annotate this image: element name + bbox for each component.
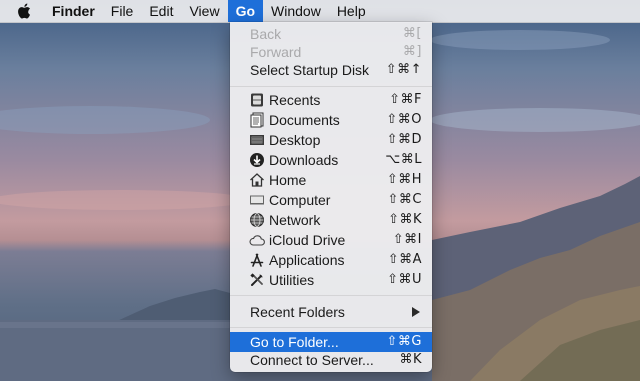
menu-item-shortcut: ⇧⌘F bbox=[389, 92, 422, 107]
menu-item-computer[interactable]: Computer ⇧⌘C bbox=[230, 190, 432, 210]
menu-item-home[interactable]: Home ⇧⌘H bbox=[230, 170, 432, 190]
go-menu-dropdown: Back ⌘[ Forward ⌘] Select Startup Disk ⇧… bbox=[230, 22, 432, 372]
menu-item-recents[interactable]: Recents ⇧⌘F bbox=[230, 90, 432, 110]
menu-item-shortcut: ⇧⌘A bbox=[387, 252, 422, 267]
menu-item-label: Select Startup Disk bbox=[250, 62, 370, 78]
menu-item-downloads[interactable]: Downloads ⌥⌘L bbox=[230, 150, 432, 170]
menu-item-label: iCloud Drive bbox=[269, 232, 346, 248]
home-icon bbox=[250, 173, 264, 187]
menu-item-shortcut: ⇧⌘H bbox=[386, 172, 422, 187]
menu-item-shortcut: ⌘[ bbox=[402, 26, 422, 41]
menu-window[interactable]: Window bbox=[263, 0, 329, 22]
menu-item-shortcut: ⇧⌘K bbox=[388, 212, 422, 227]
menu-item-label: Applications bbox=[269, 252, 345, 268]
menu-bar: Finder File Edit View Go Window Help bbox=[0, 0, 640, 23]
menu-item-label: Connect to Server... bbox=[250, 352, 374, 368]
menu-item-label: Recent Folders bbox=[250, 304, 345, 320]
menu-item-shortcut: ⇧⌘C bbox=[387, 192, 422, 207]
menu-item-shortcut: ⌘] bbox=[402, 44, 422, 59]
menu-item-recent-folders[interactable]: Recent Folders bbox=[230, 302, 432, 322]
menu-go[interactable]: Go bbox=[227, 0, 264, 22]
menu-item-shortcut: ⇧⌘U bbox=[387, 272, 422, 287]
applications-icon bbox=[250, 253, 264, 267]
menu-item-label: Computer bbox=[269, 192, 331, 208]
menu-item-utilities[interactable]: Utilities ⇧⌘U bbox=[230, 270, 432, 290]
menu-item-label: Documents bbox=[269, 112, 340, 128]
menu-item-label: Recents bbox=[269, 92, 321, 108]
menu-item-label: Back bbox=[250, 26, 282, 42]
menu-item-shortcut: ⌘K bbox=[399, 352, 422, 367]
menu-item-back[interactable]: Back ⌘[ bbox=[230, 24, 432, 44]
desktop-icon bbox=[250, 135, 264, 145]
icloud-icon bbox=[249, 235, 265, 246]
menu-item-select-startup-disk[interactable]: Select Startup Disk ⇧⌘↑ bbox=[230, 60, 432, 80]
utilities-icon bbox=[250, 273, 263, 286]
downloads-icon bbox=[250, 153, 264, 167]
menu-item-label: Network bbox=[269, 212, 321, 228]
menu-file[interactable]: File bbox=[103, 0, 142, 22]
documents-icon bbox=[250, 112, 264, 128]
menu-separator bbox=[230, 295, 432, 296]
menu-item-shortcut: ⇧⌘↑ bbox=[385, 62, 422, 77]
menu-item-go-to-folder[interactable]: Go to Folder... ⇧⌘G bbox=[230, 332, 432, 352]
menu-finder[interactable]: Finder bbox=[44, 0, 103, 22]
menu-item-forward[interactable]: Forward ⌘] bbox=[230, 42, 432, 62]
menu-item-shortcut: ⇧⌘D bbox=[386, 132, 422, 147]
apple-menu-icon[interactable] bbox=[16, 3, 32, 19]
submenu-arrow-icon bbox=[412, 307, 420, 317]
menu-item-network[interactable]: Network ⇧⌘K bbox=[230, 210, 432, 230]
menu-separator bbox=[230, 86, 432, 87]
menu-item-label: Desktop bbox=[269, 132, 321, 148]
menu-item-label: Go to Folder... bbox=[250, 334, 339, 350]
menu-item-shortcut: ⇧⌘G bbox=[386, 334, 422, 349]
menu-item-label: Forward bbox=[250, 44, 302, 60]
recents-icon bbox=[251, 93, 263, 107]
menu-view[interactable]: View bbox=[181, 0, 227, 22]
computer-icon bbox=[250, 195, 264, 205]
menu-separator bbox=[230, 327, 432, 328]
menu-item-shortcut: ⇧⌘O bbox=[386, 112, 422, 127]
menu-item-label: Home bbox=[269, 172, 307, 188]
menu-edit[interactable]: Edit bbox=[141, 0, 181, 22]
network-icon bbox=[250, 213, 264, 227]
menu-item-label: Downloads bbox=[269, 152, 339, 168]
menu-item-documents[interactable]: Documents ⇧⌘O bbox=[230, 110, 432, 130]
menu-item-desktop[interactable]: Desktop ⇧⌘D bbox=[230, 130, 432, 150]
menu-item-icloud-drive[interactable]: iCloud Drive ⇧⌘I bbox=[230, 230, 432, 250]
menu-help[interactable]: Help bbox=[329, 0, 374, 22]
menu-item-shortcut: ⇧⌘I bbox=[392, 232, 422, 247]
menu-item-label: Utilities bbox=[269, 272, 315, 288]
menu-item-applications[interactable]: Applications ⇧⌘A bbox=[230, 250, 432, 270]
menu-item-connect-to-server[interactable]: Connect to Server... ⌘K bbox=[230, 350, 432, 370]
menu-item-shortcut: ⌥⌘L bbox=[385, 152, 422, 167]
